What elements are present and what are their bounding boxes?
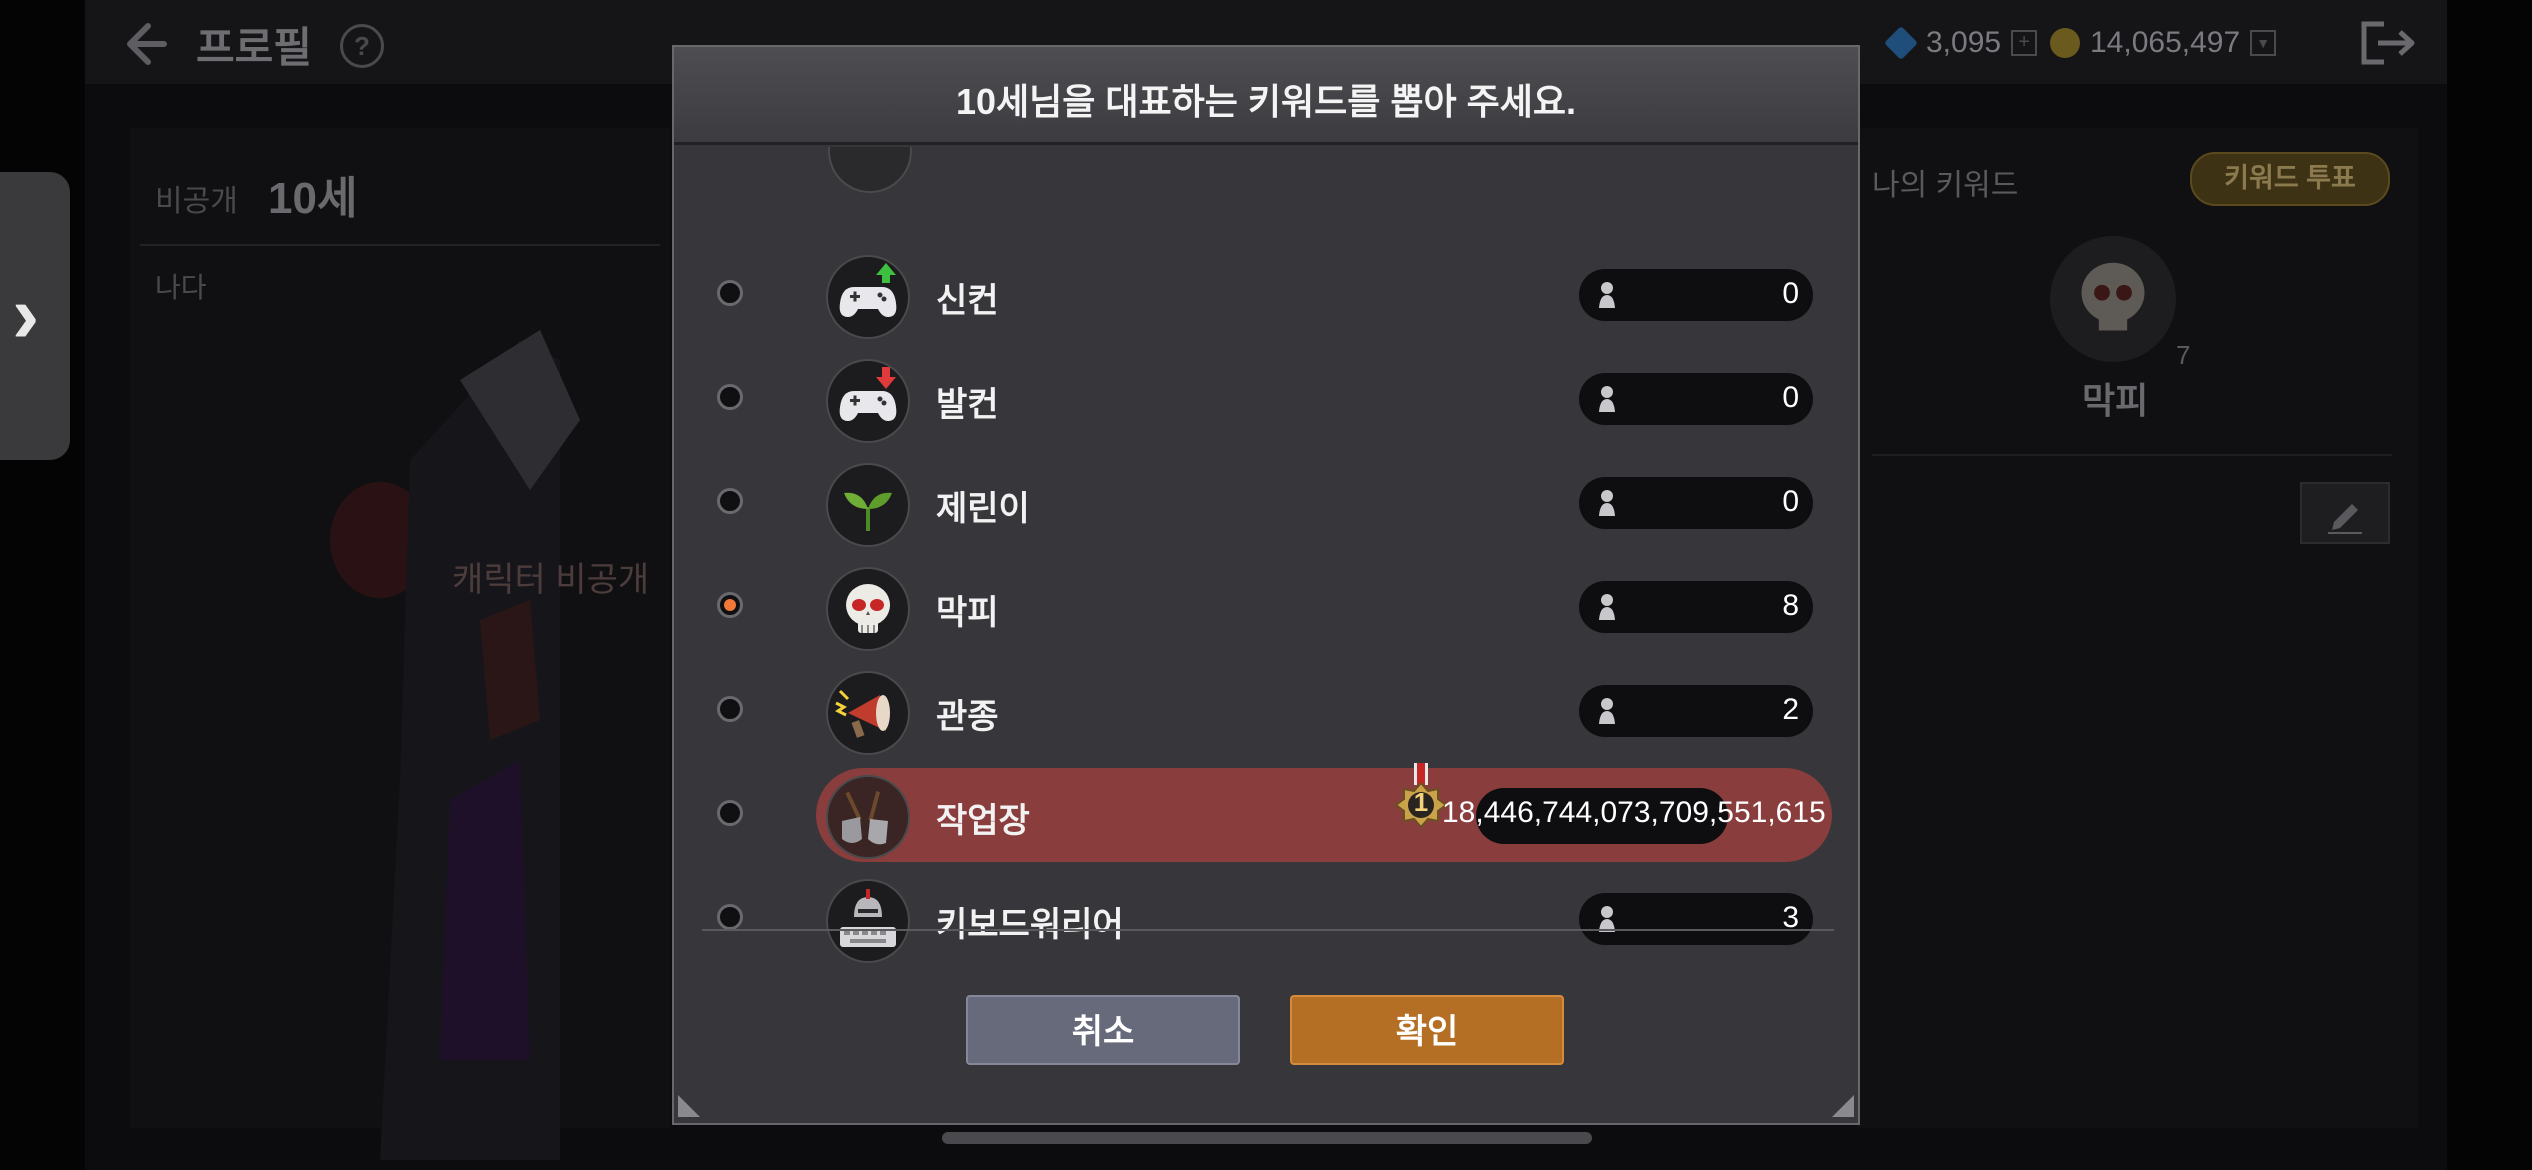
vote-count: 0 [1782, 485, 1799, 518]
skull-icon [826, 567, 910, 651]
radio-button[interactable] [717, 696, 743, 722]
pencil-icon [2328, 504, 2362, 534]
divider [702, 929, 1834, 931]
keyword-row[interactable]: 키보드워리어 3 [674, 867, 1858, 967]
gold-currency: 14,065,497 ▼ [2050, 26, 2277, 60]
chevron-right-icon[interactable]: › [12, 268, 39, 362]
scrolled-keyword-icon [828, 147, 912, 193]
person-icon [1599, 282, 1615, 308]
gold-coin-icon [2050, 28, 2080, 58]
profile-sub-label: 나다 [155, 272, 207, 303]
keyword-row[interactable]: 막피 8 [674, 555, 1858, 655]
keyword-row[interactable]: 신컨 0 [674, 243, 1858, 343]
person-icon [1599, 386, 1615, 412]
vote-count: 2 [1782, 693, 1799, 726]
exit-icon[interactable] [2358, 18, 2418, 68]
dialog-header: 10세님을 대표하는 키워드를 뽑아 주세요. [674, 47, 1858, 145]
vote-count: 18,446,744,073,709,551,615 [1442, 796, 1826, 829]
corner-ornament [678, 1095, 700, 1117]
vote-count: 0 [1782, 277, 1799, 310]
keyboard-knight-icon [826, 879, 910, 963]
gold-count: 14,065,497 [2090, 26, 2241, 59]
gem-count: 3,095 [1926, 26, 2002, 59]
gamepad-down-icon [826, 359, 910, 443]
sprout-icon [826, 463, 910, 547]
help-icon[interactable]: ? [340, 24, 384, 68]
person-icon [1599, 490, 1615, 516]
keyword-label: 제린이 [936, 490, 1030, 528]
keyword-row[interactable]: 발컨 0 [674, 347, 1858, 447]
gamepad-up-icon [826, 255, 910, 339]
rank-number: 1 [1413, 787, 1429, 817]
keyword-row[interactable]: 관종 2 [674, 659, 1858, 759]
my-keyword-label: 나의 키워드 [1872, 169, 2019, 202]
radio-button[interactable] [717, 800, 743, 826]
keyword-label: 키보드워리어 [936, 906, 1124, 944]
character-private-text: 캐릭터 비공개 [452, 561, 650, 599]
current-keyword-name: 막피 [2082, 380, 2149, 421]
radio-button[interactable] [717, 280, 743, 306]
cancel-button[interactable]: 취소 [966, 995, 1240, 1065]
keyword-label: 작업장 [936, 802, 1030, 840]
add-gem-icon[interactable]: + [2011, 30, 2038, 56]
radio-button[interactable] [717, 384, 743, 410]
divider [1872, 454, 2392, 456]
keyword-row-top-ranked[interactable]: 작업장 1 18,446,744,073,709,551,615 [674, 763, 1858, 863]
private-label: 비공개 [155, 185, 238, 218]
page-title: 프로필 [196, 24, 312, 71]
keyword-label: 신컨 [936, 282, 999, 320]
keyword-label: 막피 [936, 594, 999, 632]
person-icon [1599, 594, 1615, 620]
vote-count: 0 [1782, 381, 1799, 414]
back-arrow-icon[interactable] [118, 18, 170, 70]
megaphone-icon [826, 671, 910, 755]
keyword-vote-button[interactable]: 키워드 투표 [2190, 152, 2390, 206]
gold-dropdown-icon[interactable]: ▼ [2250, 30, 2277, 56]
shovel-icon [826, 775, 910, 859]
person-icon [1599, 698, 1615, 724]
character-portrait [330, 330, 580, 1160]
current-keyword-count: 7 [2176, 340, 2191, 370]
keyword-vote-dialog: 10세님을 대표하는 키워드를 뽑아 주세요. 신컨 0 발컨 0 제린이 0 … [672, 45, 1860, 1125]
skull-icon [2081, 262, 2145, 331]
current-keyword-badge [2050, 236, 2176, 362]
gem-currency: 3,095 + [1884, 26, 2038, 60]
vote-count: 8 [1782, 589, 1799, 622]
keyword-list[interactable]: 신컨 0 발컨 0 제린이 0 막피 8 관종 2 작업장 1 18,446,7… [674, 147, 1858, 967]
dialog-title: 10세님을 대표하는 키워드를 뽑아 주세요. [956, 81, 1576, 122]
home-indicator[interactable] [942, 1132, 1592, 1144]
keyword-label: 발컨 [936, 386, 999, 424]
gem-icon [1884, 26, 1918, 60]
radio-button[interactable] [717, 488, 743, 514]
confirm-button[interactable]: 확인 [1290, 995, 1564, 1065]
radio-button-selected[interactable] [717, 592, 743, 618]
edit-button[interactable] [2300, 482, 2390, 544]
keyword-row[interactable]: 제린이 0 [674, 451, 1858, 551]
radio-button[interactable] [717, 904, 743, 930]
corner-ornament [1832, 1095, 1854, 1117]
keyword-label: 관종 [936, 698, 999, 736]
